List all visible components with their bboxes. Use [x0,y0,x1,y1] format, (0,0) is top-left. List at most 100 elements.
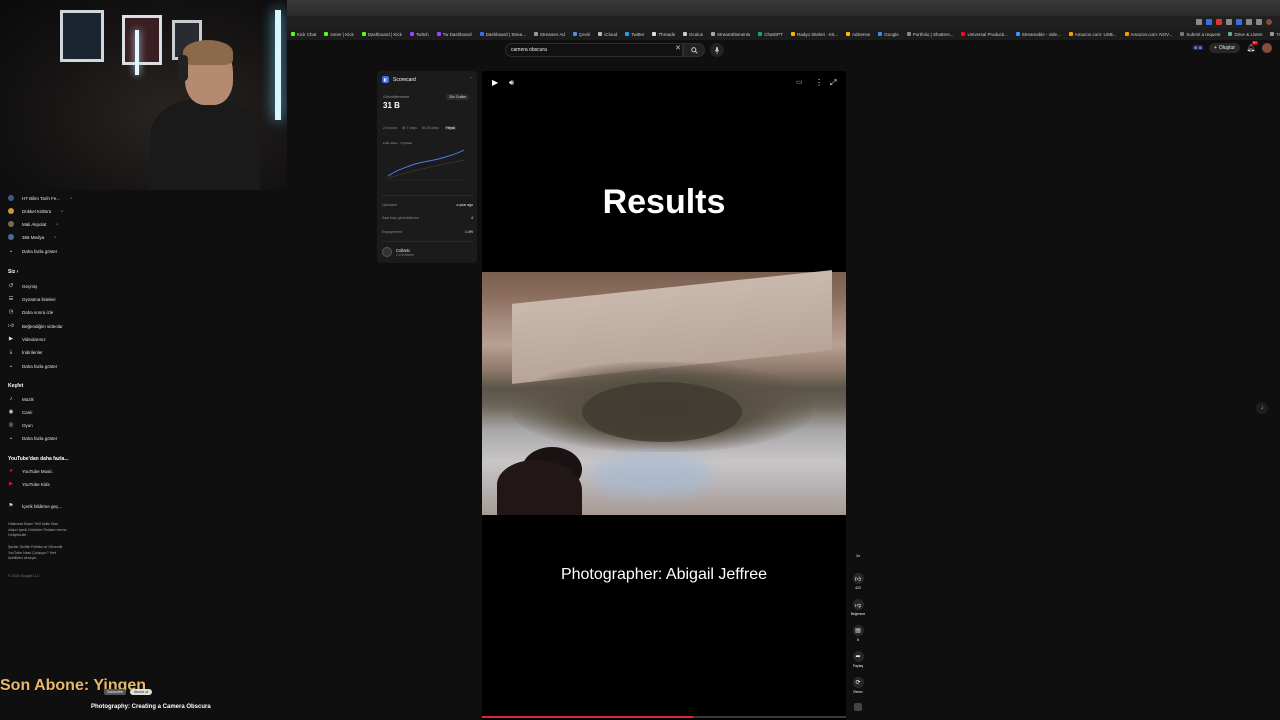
share-button[interactable]: ➦ Paylaş [848,651,868,668]
extension-icon[interactable] [1256,19,1262,25]
like-button[interactable]: 👍︎ 423 [848,573,868,590]
sidebar-item-playlists[interactable]: ☰ Oynatma listeleri [8,296,56,302]
fullscreen-icon[interactable]: ⤢ [830,78,836,88]
bookmark-item[interactable]: Dashboard | Strea... [479,31,526,37]
sidebar-item-show-more[interactable]: ⌄ Daha fazla göster [8,363,58,369]
remix-button[interactable]: ⟳ Remix [848,677,868,694]
sidebar-item-subscription[interactable]: Mali Akpolat ● [8,221,58,227]
bookmark-item[interactable]: Radyo Siteleri - Kit... [791,32,838,37]
profile-icon[interactable] [1266,19,1272,25]
sidebar-item-your-videos[interactable]: ▶ Videolarınız [8,336,46,342]
bookmark-item[interactable]: iCloud [598,32,617,37]
search-box[interactable] [505,43,683,57]
tab-28-days[interactable]: ilk 28 days [422,126,439,130]
sidebar-item-watch-later[interactable]: ◷ Daha sonra izle [8,309,54,315]
sidebar-item-label: İçerik bildirme geç... [22,503,63,509]
bookmark-item[interactable]: Portfolio | Shutters... [906,32,953,37]
volume-icon[interactable]: 🔊︎ [509,78,514,88]
sidebar-item-liked[interactable]: 👍︎ Beğendiğim videolar [8,323,63,329]
avatar[interactable] [1262,43,1272,53]
clear-search-icon[interactable]: ✕ [675,44,681,52]
tab-7-days[interactable]: ilk 7 days [402,126,417,130]
voice-search-button[interactable] [710,43,724,57]
footer-links[interactable]: Hakkında Basın Telif hakkı Bize ulaşın İ… [8,522,68,539]
bookmark-item[interactable]: Amazon.com: USB... [1068,32,1117,37]
ratio-row: Saat başı görüntülenme 4 [382,216,473,220]
bookmark-label: Dashboard | Strea... [485,31,526,37]
bookmark-item[interactable]: Twitter [625,32,644,37]
sidebar-item-label: YouTube Kids [22,481,50,487]
extension-icon[interactable] [1246,19,1252,25]
sidebar-item-live[interactable]: ◉ Canlı [8,409,33,415]
footer-links[interactable]: Şartlar Gizlilik Politika ve Güvenlik Yo… [8,545,68,562]
bookmark-item[interactable]: AdSense [846,32,870,37]
more-options-icon[interactable]: ⋮ [815,78,823,87]
camera-obscura-photo [482,270,846,515]
player-top-controls: ▶ 🔊︎ ▭ ⋮ ⤢ [482,71,846,95]
thumbs-down-icon: 👎︎ [852,599,864,610]
uploaded-value: a year ago [456,203,473,207]
bookmark-item[interactable]: Universal Producti... [961,32,1008,37]
sound-button[interactable] [848,703,868,711]
bookmark-item[interactable]: Kick Chat [291,32,316,37]
create-button[interactable]: + Oluştur [1208,43,1240,53]
bookmark-item[interactable]: Streamer Ad [533,32,565,37]
captions-icon[interactable]: ▭ [796,78,803,86]
sidebar-item-show-more[interactable]: ⌄ Daha fazla göster [8,248,58,254]
bookmark-item[interactable]: Threads [652,32,675,37]
dislike-button[interactable]: 👎︎ Beğenme [848,599,868,616]
bookmark-item[interactable]: Google [878,32,899,37]
search-input[interactable] [511,47,671,53]
next-video-button[interactable]: ↓ [1256,402,1268,414]
sidebar-item-report-history[interactable]: ⚑ İçerik bildirme geç... [8,503,62,509]
search-button[interactable] [683,43,705,57]
sidebar-item-label: Oyun [22,422,33,428]
extension-tools-icon[interactable]: ▣▣ [1193,43,1203,53]
bookmark-item[interactable]: Çeviri [572,32,590,37]
tab-24-hours[interactable]: 24 hours [383,126,397,130]
bookmark-item[interactable]: Drive & Listen [1228,32,1262,37]
progress-bar[interactable] [482,716,846,718]
extension-icon[interactable] [1226,19,1232,25]
bookmark-label: Twitter [631,31,645,37]
sidebar-item-subscription[interactable]: HT Bilim Tarih Fe... ● [8,195,72,201]
sidebar-item-gaming[interactable]: ◎ Oyun [8,422,33,428]
extension-icon[interactable] [1196,19,1202,25]
thumbs-up-icon: 👍︎ [8,323,14,329]
bookmark-item[interactable]: Twitch [409,32,429,37]
notifications-button[interactable]: 🔔︎ 9+ [1246,41,1258,53]
sidebar-item-history[interactable]: ↺ Geçmiş [8,283,38,289]
play-icon[interactable]: ▶ [492,78,498,87]
bookmark-label: StreamElements [716,31,751,37]
channel-row[interactable]: Collartc 2,4 B Abone [382,247,414,257]
extension-icon[interactable] [1236,19,1242,25]
bookmark-item[interactable]: zener | Kick [324,32,354,37]
sidebar-item-youtube-music[interactable]: ● YouTube Music [8,468,52,474]
extension-icon[interactable] [1206,19,1212,25]
speed-button[interactable]: 1x [848,551,868,558]
sidebar-item-youtube-kids[interactable]: ▶ YouTube Kids [8,481,50,487]
bookmark-item[interactable]: Oculus [682,32,703,37]
channel-avatar [8,208,14,214]
scorecard-panel: ◧ Scorecard ⌃ Görüntülenmeler 31 B 30x O… [377,71,477,263]
subscribe-badge: Abone ol [130,689,153,695]
sidebar-item-downloads[interactable]: ⤓ İndirilenler [8,349,43,355]
chevron-up-icon[interactable]: ⌃ [470,76,473,81]
sidebar-item-subscription[interactable]: 366 Medya ● [8,234,56,240]
bookmark-item[interactable]: Amazon.com: NOV... [1124,32,1172,37]
bookmark-item[interactable]: Dashboard | Kick [361,32,402,37]
extension-icon[interactable] [1216,19,1222,25]
comments-button[interactable]: ▤ 8 [848,625,868,642]
bookmark-item[interactable]: Tw Dashboard [436,32,472,37]
bookmark-item[interactable]: Tüm Yer İşaretleri [1270,32,1280,37]
sidebar-item-music[interactable]: ♪ Müzik [8,396,34,402]
shorts-player[interactable]: ▶ 🔊︎ ▭ ⋮ ⤢ Results Photographer: Abigail… [482,71,846,720]
sidebar-item-subscription[interactable]: Dükkel Kültürü ● [8,208,63,214]
sidebar-item-show-more[interactable]: ⌄ Daha fazla göster [8,435,58,441]
bookmark-item[interactable]: Submit a request [1180,32,1220,37]
bookmark-item[interactable]: Streamable - vide... [1015,32,1061,37]
bookmark-item[interactable]: StreamElements [710,31,751,37]
sidebar-section-you[interactable]: Siz › [8,269,18,275]
bookmark-item[interactable]: ChatGPT [758,32,783,37]
tab-all[interactable]: Hepsi [443,126,458,130]
